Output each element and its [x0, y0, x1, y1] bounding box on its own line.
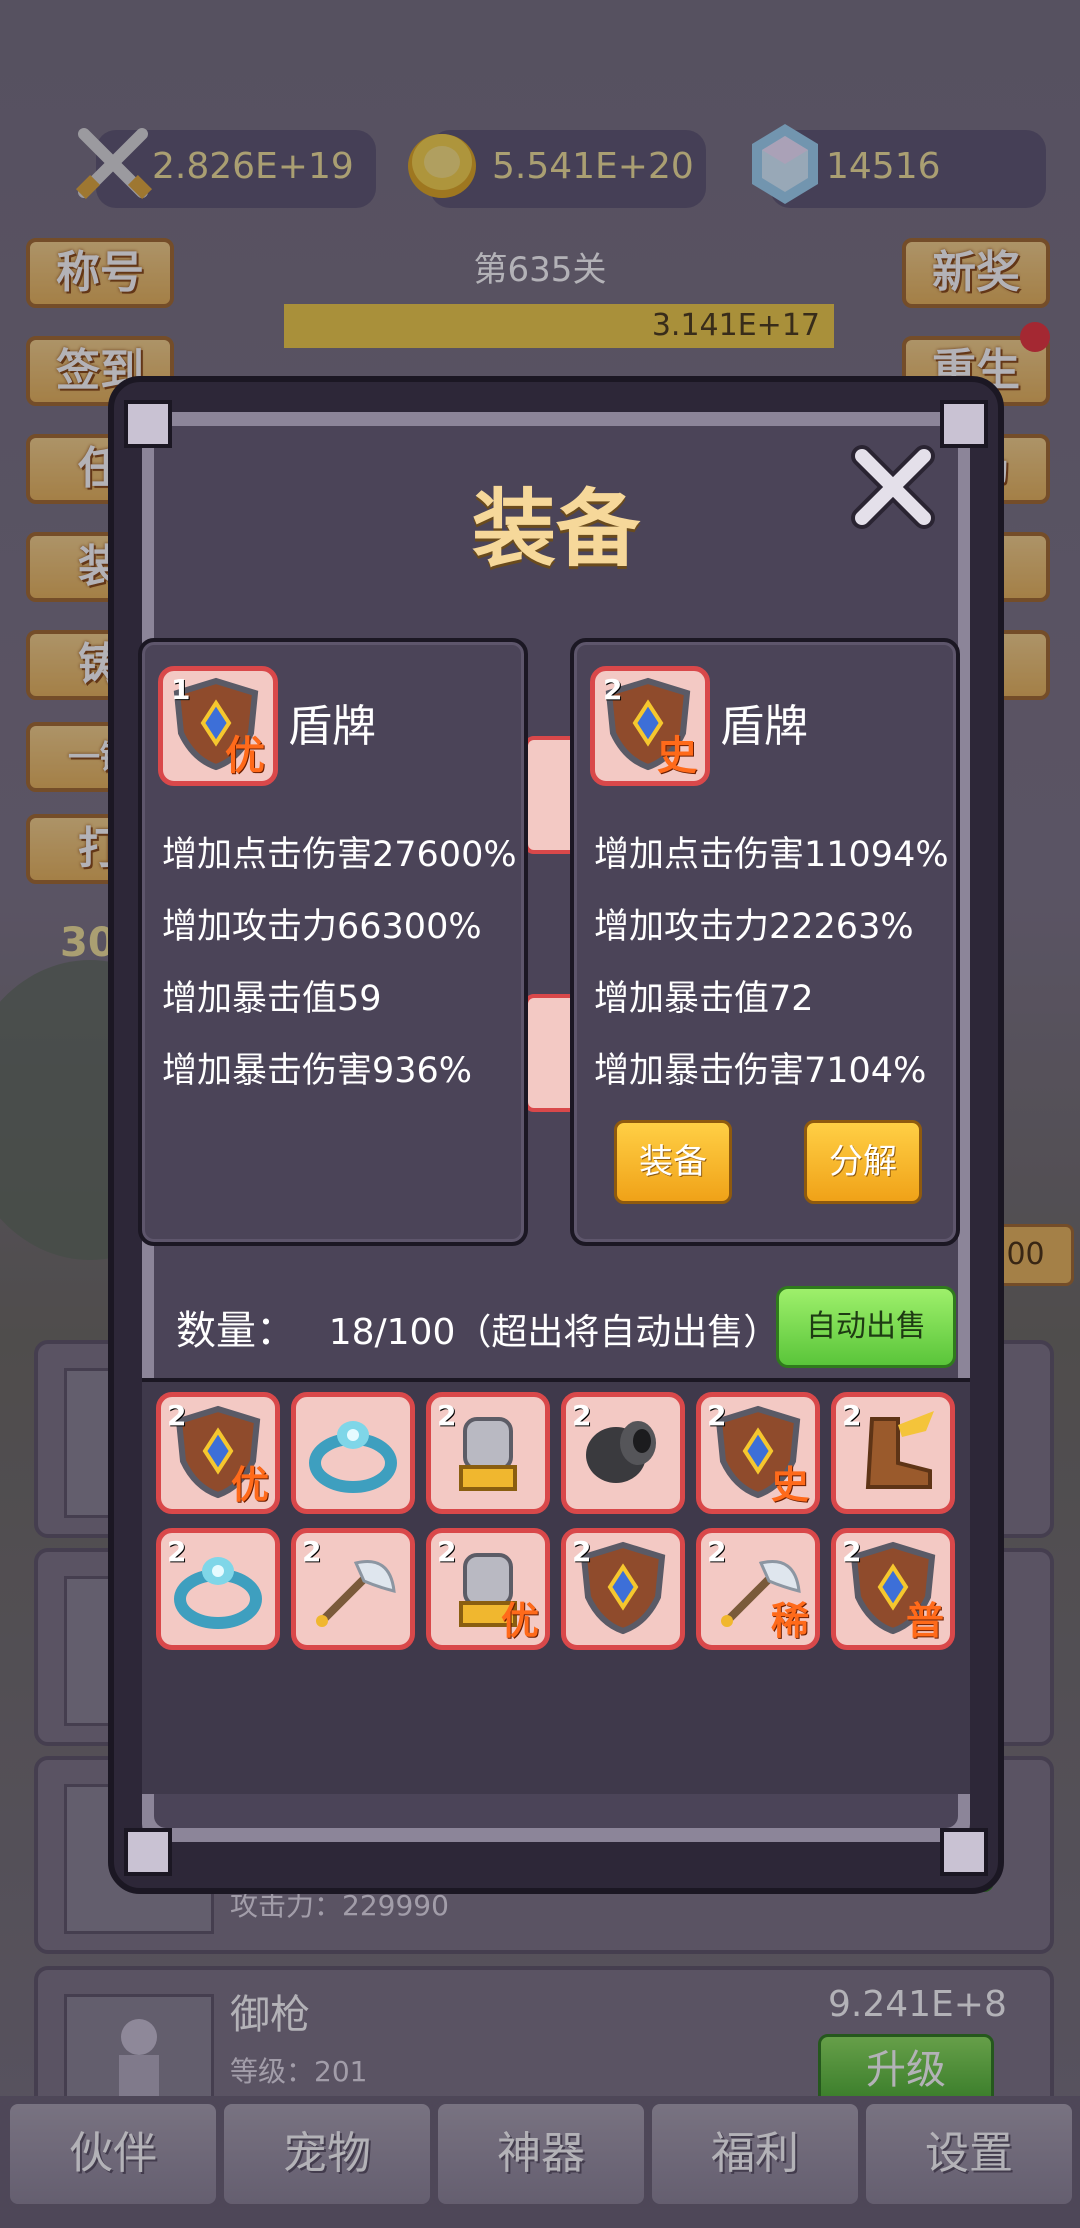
- item-level: 2: [572, 1399, 592, 1432]
- corner-ornament: [124, 1828, 172, 1876]
- equip-button[interactable]: 装备: [614, 1120, 732, 1204]
- item-level: 1: [171, 673, 191, 706]
- stat-line: 增加点击伤害27600%: [162, 835, 517, 875]
- item-quality: 稀: [770, 1599, 809, 1643]
- current-item-card: 1 优 盾牌 增加点击伤害27600% 增加攻击力66300% 增加暴击值59 …: [138, 638, 528, 1246]
- item-level: 2: [437, 1399, 457, 1432]
- item-level: 2: [167, 1399, 187, 1432]
- stat-line: 增加攻击力22263%: [594, 907, 914, 947]
- inventory-slot[interactable]: 2: [831, 1392, 955, 1514]
- inventory-slot[interactable]: 2: [561, 1392, 685, 1514]
- item-level: 2: [572, 1535, 592, 1568]
- inventory-count: 数量： 18/100（超出将自动出售）: [176, 1298, 779, 1356]
- inventory-slot[interactable]: 2普: [831, 1528, 955, 1650]
- stat-line: 增加暴击值59: [162, 979, 382, 1019]
- inventory-slot[interactable]: 2史: [696, 1392, 820, 1514]
- ring-icon: [309, 1421, 397, 1493]
- item-level: 2: [167, 1535, 187, 1568]
- candidate-item-icon: 2 史: [590, 666, 710, 786]
- item-name: 盾牌: [288, 701, 376, 752]
- inventory-slot[interactable]: 2: [426, 1392, 550, 1514]
- close-button[interactable]: [848, 442, 938, 532]
- item-level: 2: [302, 1535, 322, 1568]
- inventory-slot[interactable]: 2: [291, 1528, 415, 1650]
- corner-ornament: [124, 400, 172, 448]
- item-quality: 普: [905, 1599, 944, 1643]
- close-icon: [851, 445, 935, 529]
- corner-ornament: [940, 1828, 988, 1876]
- equipment-dialog: 装备 1 优 盾牌 增加点击伤害27600% 增加攻击力66300% 增加暴击值…: [108, 376, 1004, 1894]
- item-quality: 优: [230, 1463, 269, 1507]
- count-label: 数量：: [176, 1308, 296, 1354]
- corner-ornament: [940, 400, 988, 448]
- item-level: 2: [707, 1535, 727, 1568]
- item-level: 2: [437, 1535, 457, 1568]
- current-item-icon: 1 优: [158, 666, 278, 786]
- item-quality: 史: [770, 1463, 809, 1507]
- decompose-button[interactable]: 分解: [804, 1120, 922, 1204]
- stat-line: 增加暴击伤害7104%: [594, 1051, 927, 1091]
- item-level: 2: [842, 1535, 862, 1568]
- item-quality: 优: [500, 1599, 539, 1643]
- stat-line: 增加攻击力66300%: [162, 907, 482, 947]
- item-quality: 优: [225, 733, 265, 779]
- inventory-slot[interactable]: [291, 1392, 415, 1514]
- item-level: 2: [707, 1399, 727, 1432]
- inventory-slot[interactable]: 2优: [426, 1528, 550, 1650]
- item-level: 2: [603, 673, 623, 706]
- stat-line: 增加暴击值72: [594, 979, 814, 1019]
- inventory-slot[interactable]: 2稀: [696, 1528, 820, 1650]
- inventory-slot[interactable]: 2优: [156, 1392, 280, 1514]
- item-name: 盾牌: [720, 701, 808, 752]
- item-level: 2: [842, 1399, 862, 1432]
- count-value: 18/100（超出将自动出售）: [328, 1312, 780, 1353]
- stat-line: 增加点击伤害11094%: [594, 835, 949, 875]
- item-quality: 史: [657, 733, 697, 779]
- candidate-item-card: 2 史 盾牌 增加点击伤害11094% 增加攻击力22263% 增加暴击值72 …: [570, 638, 960, 1246]
- auto-sell-button[interactable]: 自动出售: [776, 1286, 956, 1368]
- inventory-slot[interactable]: 2: [156, 1528, 280, 1650]
- inventory-slot[interactable]: 2: [561, 1528, 685, 1650]
- stat-line: 增加暴击伤害936%: [162, 1051, 473, 1091]
